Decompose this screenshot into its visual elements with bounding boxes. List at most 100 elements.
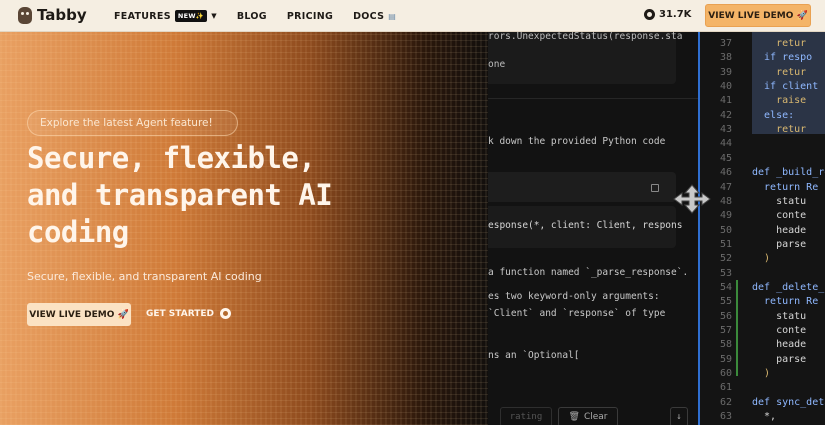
get-started-label: GET STARTED bbox=[146, 308, 214, 319]
get-started-button[interactable]: GET STARTED bbox=[146, 308, 231, 319]
nav-item-blog[interactable]: BLOG bbox=[237, 11, 267, 22]
code-header-bar bbox=[488, 172, 676, 202]
code-line: def _build_re bbox=[752, 167, 825, 179]
line-number: 54 bbox=[719, 281, 732, 293]
code-line: statu bbox=[752, 310, 807, 322]
generating-button[interactable]: rating bbox=[500, 407, 552, 425]
line-number: 60 bbox=[719, 368, 732, 380]
code-line: ) bbox=[752, 253, 771, 265]
line-number: 38 bbox=[719, 52, 732, 64]
code-line: def sync_deta bbox=[752, 396, 825, 408]
nav-item-label: BLOG bbox=[236, 10, 267, 22]
chat-code-line: rors.UnexpectedStatus(response.sta bbox=[488, 32, 683, 42]
copy-icon[interactable] bbox=[651, 184, 659, 192]
code-line: else: bbox=[752, 109, 795, 121]
generating-label: rating bbox=[509, 412, 543, 422]
hero-headline: Secure, flexible, and transparent AI cod… bbox=[27, 141, 333, 249]
chat-message-line: a function named `_parse_response`. bbox=[488, 267, 689, 278]
line-number: 46 bbox=[719, 167, 732, 179]
code-line: return Re bbox=[752, 296, 819, 308]
chat-message-line: `Client` and `response` of type bbox=[488, 308, 666, 319]
code-line: conte bbox=[752, 210, 807, 222]
code-line: statu bbox=[752, 195, 807, 207]
hero-subtitle: Secure, flexible, and transparent AI cod… bbox=[27, 270, 262, 283]
chevron-down-icon: ▼ bbox=[211, 12, 217, 20]
line-number: 41 bbox=[719, 95, 732, 107]
code-line: retur bbox=[752, 124, 807, 136]
line-number: 61 bbox=[719, 382, 732, 394]
code-line: conte bbox=[752, 325, 807, 336]
announcement-pill-link[interactable]: Explore the latest Agent feature! bbox=[27, 110, 238, 136]
code-line: parse bbox=[752, 238, 807, 250]
code-line: raise bbox=[752, 95, 807, 107]
code-line: ) bbox=[752, 368, 771, 380]
chat-code-line: esponse(*, client: Client, respons bbox=[488, 220, 683, 231]
code-line: def _delete_ bbox=[752, 281, 825, 293]
github-stars-link[interactable]: 31.7K bbox=[644, 9, 691, 20]
line-number: 49 bbox=[719, 210, 732, 222]
chat-message-line: es two keyword-only arguments: bbox=[488, 291, 660, 302]
code-line: if respo bbox=[752, 52, 813, 64]
code-editor: 37 retur 38 if respo 39 retur 40 if client 4… bbox=[700, 32, 825, 425]
line-number: 51 bbox=[719, 238, 732, 250]
chat-separator bbox=[488, 98, 698, 99]
view-live-demo-button[interactable]: VIEW LIVE DEMO 🚀 bbox=[705, 4, 811, 27]
chat-message-line: ns an `Optional[ bbox=[488, 350, 580, 361]
code-line: parse bbox=[752, 353, 807, 365]
arrow-down-icon: ↓ bbox=[676, 412, 682, 422]
drag-handle-icon[interactable] bbox=[672, 183, 712, 215]
code-line: heade bbox=[752, 339, 807, 351]
github-stars-count: 31.7K bbox=[659, 9, 692, 20]
line-number: 55 bbox=[719, 296, 732, 308]
line-number: 58 bbox=[719, 339, 732, 351]
nav-item-pricing[interactable]: PRICING bbox=[287, 11, 333, 22]
code-line: *, bbox=[752, 411, 777, 423]
line-number: 56 bbox=[719, 310, 732, 322]
github-icon bbox=[644, 9, 655, 20]
code-line: return Re bbox=[752, 181, 819, 193]
line-number: 40 bbox=[719, 81, 732, 93]
line-number: 37 bbox=[719, 38, 732, 49]
line-number: 62 bbox=[719, 396, 732, 408]
nav-item-features[interactable]: FEATURES NEW✨ ▼ bbox=[114, 10, 217, 22]
line-number: 63 bbox=[719, 411, 732, 423]
trash-icon: 🗑 bbox=[568, 412, 580, 422]
brand-name: Tabby bbox=[37, 6, 87, 24]
nav-item-label: FEATURES bbox=[114, 10, 171, 22]
code-line: if client bbox=[752, 81, 819, 93]
line-number: 59 bbox=[719, 353, 732, 365]
line-number: 42 bbox=[719, 109, 732, 121]
diff-gutter-marker bbox=[736, 280, 738, 376]
clear-button[interactable]: 🗑 Clear bbox=[558, 407, 618, 425]
chat-code-line: one bbox=[488, 59, 506, 70]
line-number: 53 bbox=[719, 267, 732, 279]
nav-item-label: PRICING bbox=[286, 10, 334, 22]
line-number: 45 bbox=[719, 152, 732, 164]
line-number: 48 bbox=[719, 195, 732, 207]
code-line: retur bbox=[752, 66, 807, 78]
line-number: 43 bbox=[719, 124, 732, 136]
code-line: heade bbox=[752, 224, 807, 236]
chat-panel: rors.UnexpectedStatus(response.sta one k… bbox=[488, 32, 698, 425]
main-menu: FEATURES NEW✨ ▼ BLOG PRICING DOCS ▤ bbox=[114, 0, 416, 32]
hero-view-live-demo-button[interactable]: VIEW LIVE DEMO 🚀 bbox=[27, 303, 131, 326]
brand-logo-link[interactable]: Tabby bbox=[18, 6, 87, 24]
nav-item-docs[interactable]: DOCS ▤ bbox=[353, 11, 396, 22]
top-navbar: Tabby FEATURES NEW✨ ▼ BLOG PRICING DOCS … bbox=[0, 0, 825, 32]
line-number: 57 bbox=[719, 325, 732, 336]
line-number: 50 bbox=[719, 224, 732, 236]
clear-label: Clear bbox=[583, 412, 608, 422]
chat-message-line: k down the provided Python code bbox=[488, 136, 666, 147]
line-number: 44 bbox=[719, 138, 732, 150]
new-badge: NEW✨ bbox=[174, 10, 208, 22]
tabby-logo-icon bbox=[18, 6, 32, 24]
line-number: 39 bbox=[719, 66, 732, 78]
scroll-down-button[interactable]: ↓ bbox=[670, 407, 688, 425]
line-number: 52 bbox=[719, 253, 732, 265]
code-line: retur bbox=[752, 38, 807, 49]
line-number: 47 bbox=[719, 181, 732, 193]
announcement-text: Explore the latest Agent feature! bbox=[40, 117, 213, 129]
book-icon: ▤ bbox=[388, 11, 397, 21]
nav-item-label: DOCS bbox=[353, 10, 385, 22]
github-icon bbox=[219, 308, 231, 319]
